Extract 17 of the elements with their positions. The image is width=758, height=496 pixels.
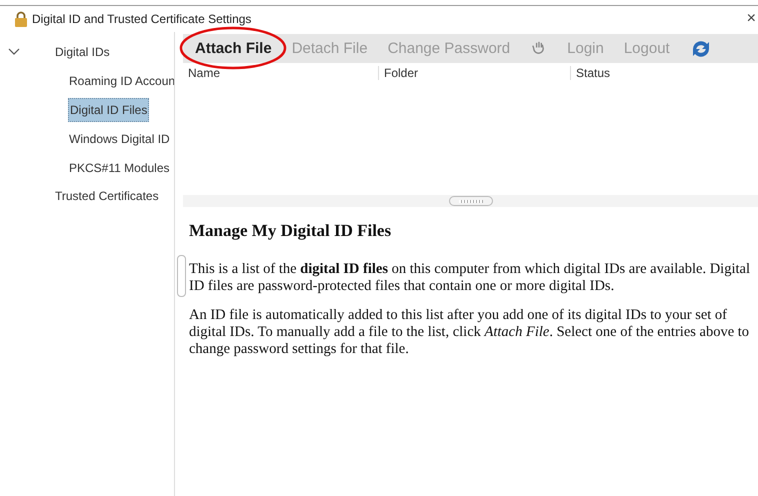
- column-header[interactable]: Status: [571, 66, 758, 80]
- column-header[interactable]: Folder: [379, 66, 571, 80]
- splitter-handle[interactable]: [448, 196, 492, 206]
- help-paragraph: An ID file is automatically added to this list after you add one of its digital IDs to your set of digital IDs. To manually add a file to the list, click Attach File. Select one of the entries above to change password settings for that file.: [189, 307, 750, 358]
- help-heading: Manage My Digital ID Files: [189, 221, 392, 241]
- tree-item[interactable]: PKCS#11 Modules: [68, 156, 170, 178]
- column-header[interactable]: Name: [183, 66, 379, 80]
- tree-item[interactable]: Digital ID Files: [68, 98, 150, 122]
- lock-icon: [14, 11, 28, 27]
- help-paragraph: This is a list of the digital ID files on this computer from which digital IDs are available. Digital ID files are password-protected files that contain one or more digital IDs.: [189, 261, 751, 295]
- close-button[interactable]: ×: [744, 10, 758, 28]
- tree-item[interactable]: Roaming ID Accoun: [68, 70, 174, 92]
- tree-item[interactable]: Windows Digital ID: [68, 128, 171, 150]
- tree-item[interactable]: Trusted Certificates: [54, 185, 160, 207]
- window-title: Digital ID and Trusted Certificate Settings: [32, 12, 252, 26]
- tree-item[interactable]: Digital IDs: [54, 41, 111, 63]
- splitter-handle[interactable]: [177, 255, 186, 297]
